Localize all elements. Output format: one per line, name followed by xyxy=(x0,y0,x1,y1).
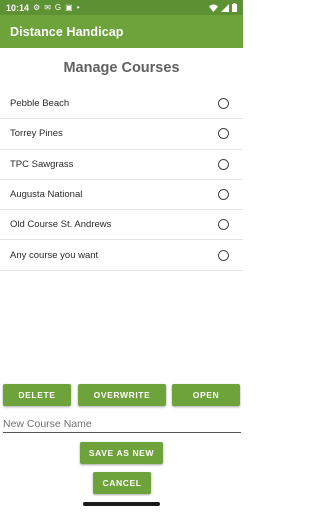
settings-icon: ⚙ xyxy=(33,2,41,12)
page-title: Manage Courses xyxy=(63,60,180,76)
gmail-icon: ✉ xyxy=(44,2,51,12)
course-row-any-course[interactable]: Any course you want xyxy=(0,240,243,271)
status-right xyxy=(209,3,237,12)
google-icon: G xyxy=(54,2,62,12)
overwrite-button[interactable]: OVERWRITE xyxy=(78,384,166,406)
course-name: Pebble Beach xyxy=(10,98,70,110)
status-bar: 10:14 ⚙ ✉ G ▣ • xyxy=(0,0,243,15)
course-row-old-course[interactable]: Old Course St. Andrews xyxy=(0,210,243,241)
course-row-pebble-beach[interactable]: Pebble Beach xyxy=(0,89,243,120)
battery-icon xyxy=(232,3,237,12)
app-bar: Distance Handicap xyxy=(0,15,243,48)
course-row-tpc-sawgrass[interactable]: TPC Sawgrass xyxy=(0,150,243,180)
course-name: Old Course St. Andrews xyxy=(10,219,112,231)
wifi-icon xyxy=(209,4,218,12)
status-time: 10:14 xyxy=(6,2,30,13)
radio-button[interactable] xyxy=(218,128,229,140)
new-course-name-input[interactable] xyxy=(3,415,241,433)
home-indicator[interactable] xyxy=(83,502,160,506)
save-as-new-button[interactable]: SAVE AS NEW xyxy=(80,442,163,464)
course-name: Torrey Pines xyxy=(10,128,63,140)
course-name: Augusta National xyxy=(10,189,83,201)
course-row-augusta-national[interactable]: Augusta National xyxy=(0,180,243,211)
course-name: TPC Sawgrass xyxy=(10,158,74,170)
radio-button[interactable] xyxy=(218,98,229,110)
course-name: Any course you want xyxy=(10,249,99,261)
delete-button[interactable]: DELETE xyxy=(3,384,71,406)
radio-button[interactable] xyxy=(218,219,229,231)
course-row-torrey-pines[interactable]: Torrey Pines xyxy=(0,119,243,150)
course-list: Pebble Beach Torrey Pines TPC Sawgrass A… xyxy=(0,89,243,271)
dot-icon: • xyxy=(76,2,80,12)
mail-icon: ▣ xyxy=(65,2,73,12)
radio-button[interactable] xyxy=(218,189,229,201)
radio-button[interactable] xyxy=(218,249,229,261)
cancel-button[interactable]: CANCEL xyxy=(93,472,151,494)
signal-icon xyxy=(221,3,229,12)
navigation-bar xyxy=(0,496,243,512)
radio-button[interactable] xyxy=(218,158,229,170)
status-left: 10:14 ⚙ ✉ G ▣ • xyxy=(6,3,80,13)
app-title: Distance Handicap xyxy=(10,24,124,39)
open-button[interactable]: OPEN xyxy=(172,384,240,406)
